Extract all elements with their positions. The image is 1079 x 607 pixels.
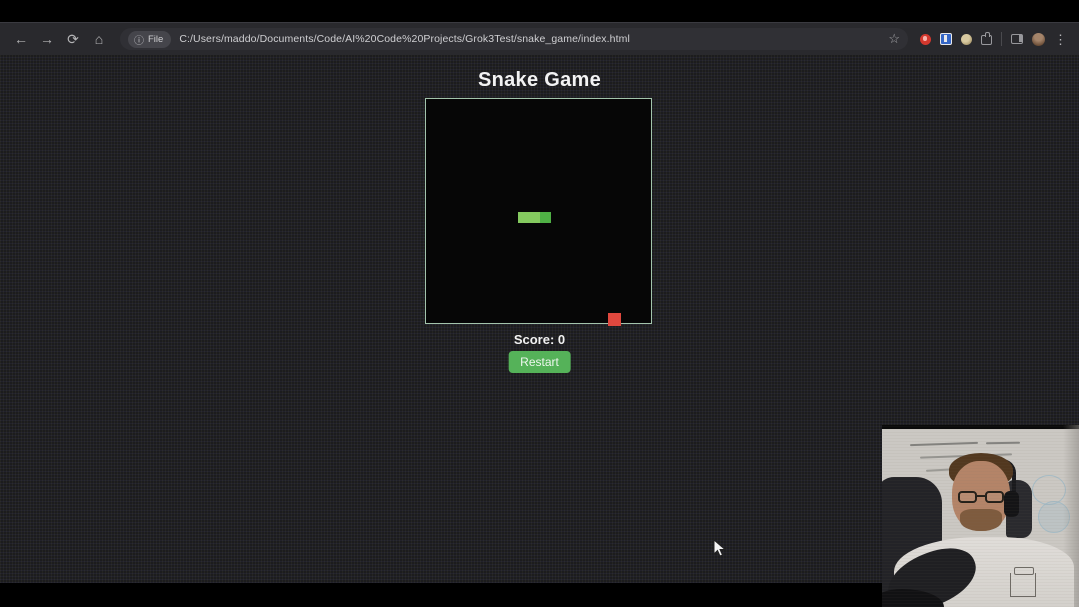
back-icon[interactable]: ← — [10, 28, 32, 50]
snake-body — [518, 212, 529, 223]
score-label: Score: — [514, 332, 554, 347]
bookmark-star-icon[interactable]: ☆ — [888, 31, 900, 47]
extensions-puzzle-icon[interactable] — [981, 35, 992, 45]
shirt-graphic — [1010, 573, 1036, 597]
score-value: 0 — [558, 332, 565, 347]
score-text: Score: 0 — [0, 332, 1079, 347]
person-glasses — [957, 491, 1005, 504]
restart-button[interactable]: Restart — [508, 351, 571, 373]
snake-body — [529, 212, 540, 223]
scheme-chip-label: File — [148, 34, 163, 45]
snake-head — [540, 212, 551, 223]
file-scheme-chip[interactable]: ⓘ File — [128, 31, 171, 48]
address-bar[interactable]: ⓘ File C:/Users/maddo/Documents/Code/AI%… — [120, 28, 908, 50]
game-canvas — [425, 98, 652, 324]
reload-icon[interactable]: ⟳ — [62, 28, 84, 50]
browser-menu-icon[interactable]: ⋮ — [1054, 33, 1067, 46]
whiteboard-sketch — [1032, 475, 1066, 505]
avatar-extension-icon[interactable] — [961, 34, 972, 45]
page-title: Snake Game — [0, 69, 1079, 92]
person-beard — [960, 509, 1002, 531]
home-icon[interactable]: ⌂ — [88, 28, 110, 50]
whiteboard-writing — [910, 442, 978, 446]
side-panel-icon[interactable] — [1011, 34, 1023, 44]
extension-cluster: ⋮ — [920, 32, 1069, 46]
webcam-top-edge — [882, 425, 1079, 429]
food — [608, 313, 621, 326]
whiteboard-writing — [986, 442, 1020, 444]
url-text[interactable]: C:/Users/maddo/Documents/Code/AI%20Code%… — [179, 33, 882, 45]
forward-icon[interactable]: → — [36, 28, 58, 50]
screen: ← → ⟳ ⌂ ⓘ File C:/Users/maddo/Documents/… — [0, 0, 1079, 607]
mouse-cursor — [713, 539, 726, 563]
headphone-earcup — [1004, 491, 1019, 517]
password-extension-icon[interactable] — [940, 33, 952, 45]
webcam-overlay — [882, 425, 1079, 607]
info-icon: ⓘ — [134, 32, 144, 47]
browser-toolbar: ← → ⟳ ⌂ ⓘ File C:/Users/maddo/Documents/… — [0, 22, 1079, 55]
profile-avatar[interactable] — [1032, 33, 1045, 46]
toolbar-divider — [1001, 32, 1002, 46]
record-extension-icon[interactable] — [920, 34, 931, 45]
